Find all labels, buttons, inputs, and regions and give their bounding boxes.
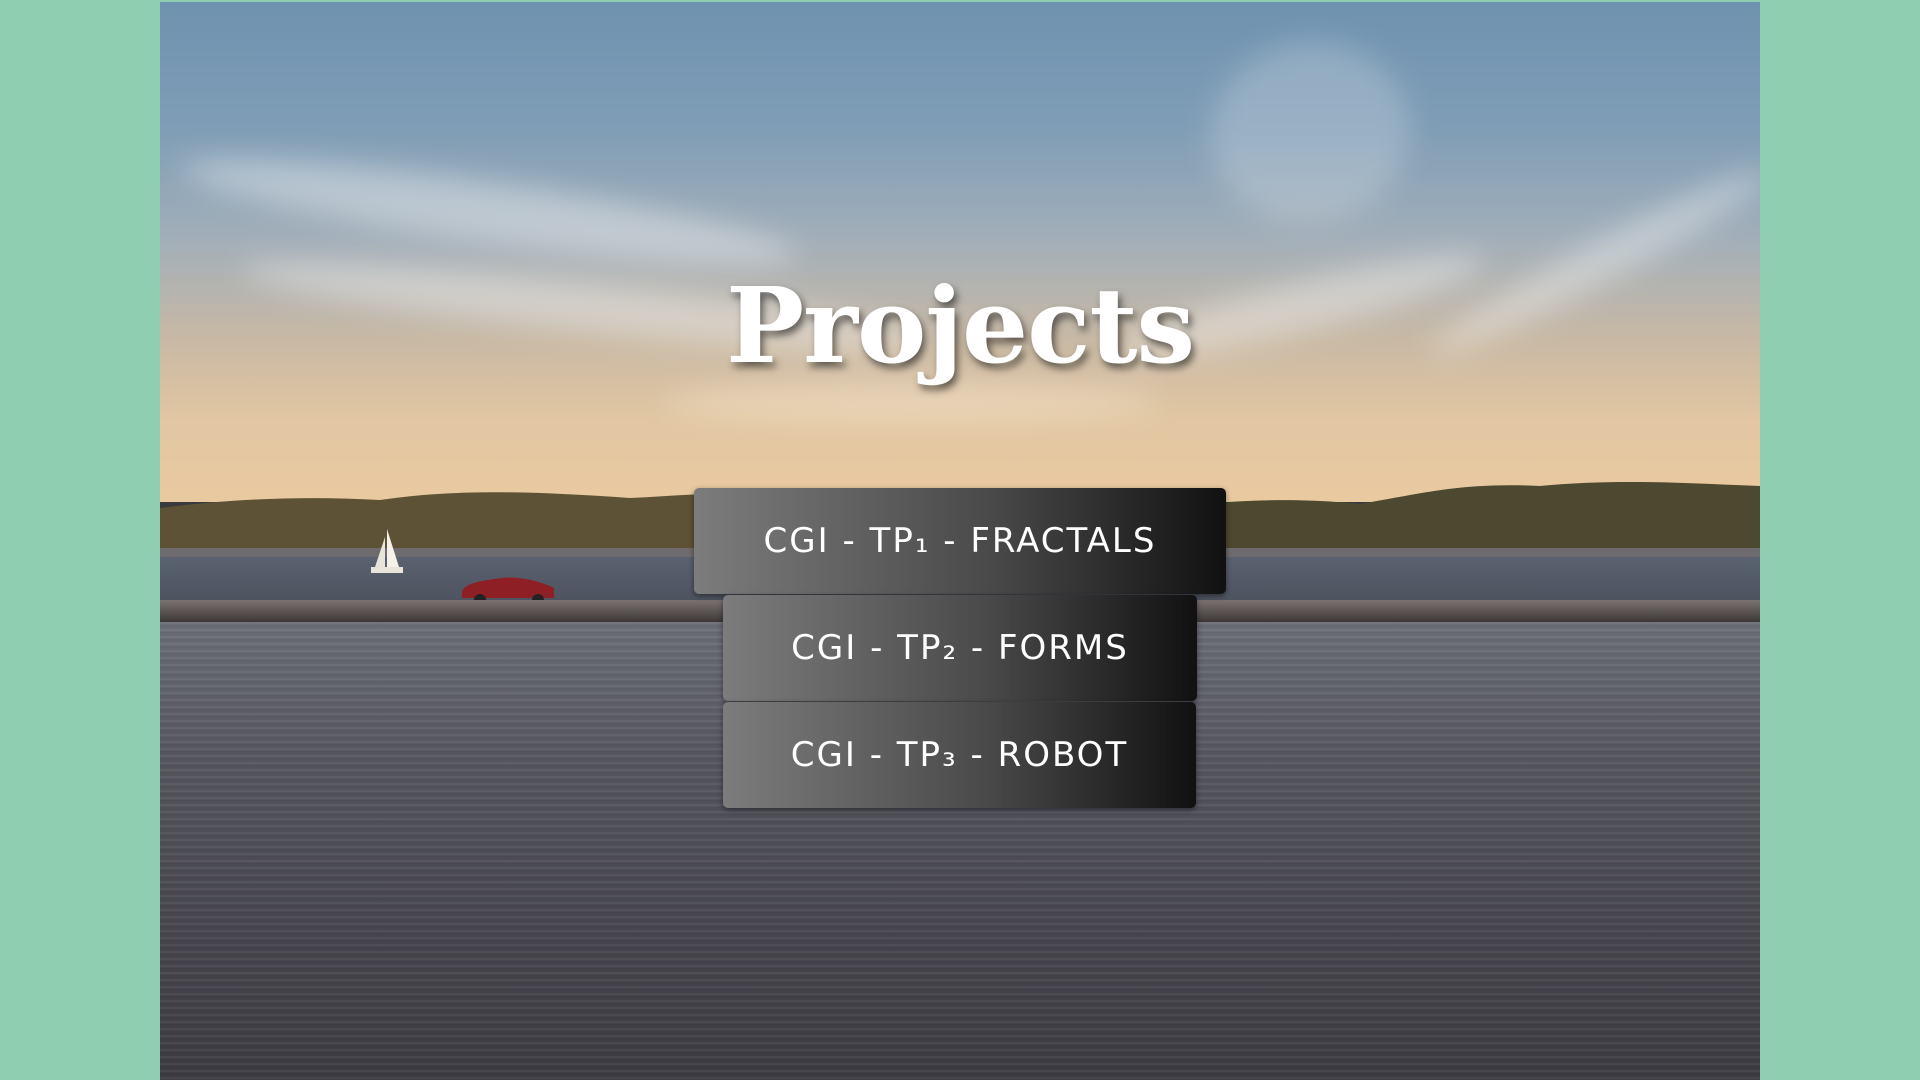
cloud	[660, 382, 1160, 422]
sky	[160, 2, 1760, 502]
hero-background-image: Projects CGI - TP₁ - FRACTALS CGI - TP₂ …	[160, 2, 1760, 1080]
project-link-forms[interactable]: CGI - TP₂ - FORMS	[723, 595, 1197, 701]
project-link-fractals[interactable]: CGI - TP₁ - FRACTALS	[694, 488, 1226, 594]
page-title: Projects	[725, 264, 1195, 387]
project-link-robot[interactable]: CGI - TP₃ - ROBOT	[723, 702, 1196, 808]
page: Projects CGI - TP₁ - FRACTALS CGI - TP₂ …	[0, 0, 1920, 1080]
sailboat-image	[371, 529, 403, 573]
